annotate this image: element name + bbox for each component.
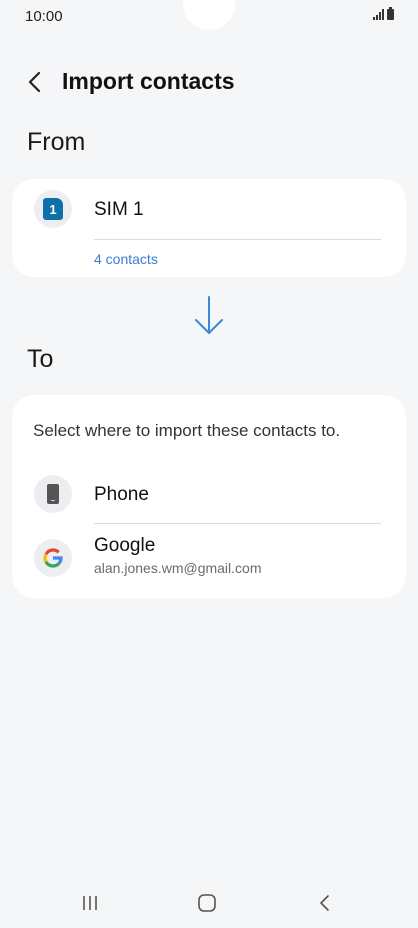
signal-icon <box>373 9 384 20</box>
recent-apps-icon <box>83 896 97 910</box>
divider <box>94 523 381 524</box>
battery-icon <box>387 7 394 20</box>
back-icon <box>320 895 329 911</box>
home-button[interactable] <box>193 890 221 916</box>
option-phone-row[interactable]: Phone <box>12 465 406 523</box>
nav-back-button[interactable] <box>311 890 339 916</box>
google-logo-icon <box>43 548 63 568</box>
camera-notch <box>183 0 235 30</box>
option-google-row[interactable]: Google alan.jones.wm@gmail.com <box>12 525 406 589</box>
phone-icon-container <box>34 475 72 513</box>
to-description: Select where to import these contacts to… <box>33 421 341 440</box>
app-header: Import contacts <box>0 62 418 102</box>
to-section-label: To <box>27 345 54 373</box>
to-card: Select where to import these contacts to… <box>12 395 406 598</box>
recent-apps-button[interactable] <box>76 890 104 916</box>
status-bar: 10:00 <box>0 0 418 34</box>
from-card: 1 SIM 1 4 contacts <box>12 179 406 277</box>
contacts-count-link[interactable]: 4 contacts <box>94 251 158 267</box>
source-name: SIM 1 <box>94 199 144 220</box>
google-icon-container <box>34 539 72 577</box>
chevron-left-icon <box>28 71 41 93</box>
home-icon <box>198 894 216 912</box>
status-icons <box>373 7 394 20</box>
navigation-bar <box>0 880 418 928</box>
page-title: Import contacts <box>62 68 235 94</box>
arrow-down-icon <box>195 296 223 334</box>
sim-icon-container: 1 <box>34 190 72 228</box>
phone-icon <box>47 484 59 504</box>
sim-card-icon: 1 <box>43 198 63 220</box>
option-google-label: Google <box>94 535 156 556</box>
from-section-label: From <box>27 128 86 156</box>
option-phone-label: Phone <box>94 484 149 505</box>
divider <box>94 239 381 240</box>
status-time: 10:00 <box>25 8 63 25</box>
google-account-email: alan.jones.wm@gmail.com <box>94 560 262 576</box>
source-sim-row[interactable]: 1 SIM 1 <box>12 179 406 239</box>
back-button[interactable] <box>24 66 48 98</box>
sim-badge: 1 <box>49 201 57 217</box>
